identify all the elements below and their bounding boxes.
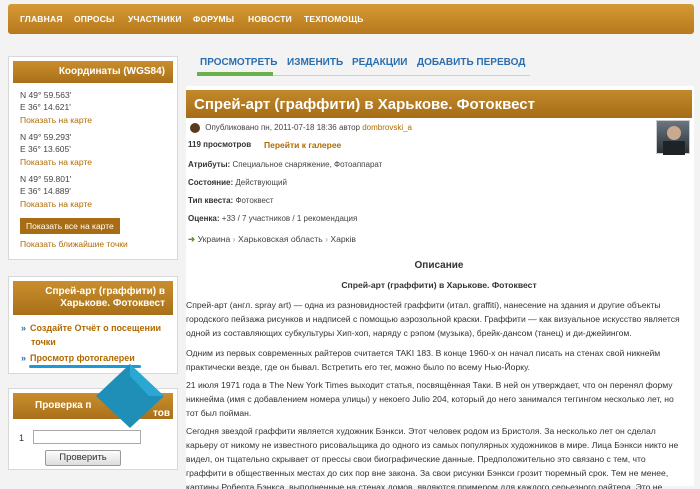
show-on-map-link[interactable]: Показать на карте <box>20 199 92 209</box>
coord-lon: E 36° 14.621' <box>20 102 71 112</box>
breadcrumb-region[interactable]: Харьковская область <box>238 234 323 244</box>
nav-home[interactable]: ГЛАВНАЯ <box>20 14 63 24</box>
coord-lat: N 49° 59.801' <box>20 174 72 184</box>
cursor-arrow-icon <box>96 364 164 428</box>
description-heading: Описание <box>414 260 464 271</box>
quest-type-icon <box>190 123 200 133</box>
coordinates-header: Координаты (WGS84) <box>13 61 173 83</box>
tab-view[interactable]: ПРОСМОТРЕТЬ <box>200 57 277 68</box>
breadcrumb-arrow-icon: ➜ <box>188 234 196 244</box>
main-content: Спрей-арт (граффити) в Харькове. Фотокве… <box>186 86 694 489</box>
show-on-map-link[interactable]: Показать на карте <box>20 157 92 167</box>
coord-lon: E 36° 13.605' <box>20 144 71 154</box>
breadcrumb: ➜ Украина › Харьковская область › Харків <box>188 234 356 244</box>
tab-add-translation[interactable]: ДОБАВИТЬ ПЕРЕВОД <box>417 57 525 68</box>
show-nearest-link[interactable]: Показать ближайшие точки <box>20 239 128 249</box>
views-count: 119 просмотров <box>188 140 252 149</box>
author-avatar[interactable] <box>656 120 690 155</box>
check-button[interactable]: Проверить <box>45 450 121 466</box>
coordinates-box: Координаты (WGS84) N 49° 59.563' E 36° 1… <box>8 56 178 260</box>
tab-edit[interactable]: ИЗМЕНИТЬ <box>287 57 343 68</box>
paragraph-4: Сегодня звездой граффити является художн… <box>186 426 679 489</box>
quest-title-line1: Спрей-арт (граффити) в <box>45 286 165 297</box>
quest-title-line2: Харькове. Фотоквест <box>60 298 165 309</box>
active-tab-underline <box>197 72 273 76</box>
nav-members[interactable]: УЧАСТНИКИ <box>128 14 182 24</box>
state-row: Состояние: Действующий <box>188 178 287 187</box>
paragraph-3: 21 июля 1971 года в The New York Times в… <box>186 380 674 418</box>
breadcrumb-country[interactable]: Украина <box>198 234 231 244</box>
bullet-icon: » <box>21 353 27 363</box>
coordinates-title: Координаты (WGS84) <box>58 66 165 77</box>
check-code-input[interactable] <box>33 430 141 444</box>
show-on-map-link[interactable]: Показать на карте <box>20 115 92 125</box>
description-subheading: Спрей-арт (граффити) в Харькове. Фотокве… <box>341 280 537 290</box>
rating-row: Оценка: +33 / 7 участников / 1 рекоменда… <box>188 214 358 223</box>
page-title-bar: Спрей-арт (граффити) в Харькове. Фотокве… <box>186 90 692 118</box>
tab-revisions[interactable]: РЕДАКЦИИ <box>352 57 407 68</box>
breadcrumb-city[interactable]: Харків <box>330 234 356 244</box>
nav-polls[interactable]: ОПРОСЫ <box>74 14 115 24</box>
quest-box: Спрей-арт (граффити) в Харькове. Фотокве… <box>8 276 178 374</box>
author-link[interactable]: dombrovski_a <box>362 123 412 132</box>
bullet-icon: » <box>21 323 27 333</box>
create-report-link[interactable]: » Создайте Отчёт о посещении <box>21 323 161 333</box>
coord-lat: N 49° 59.293' <box>20 132 72 142</box>
check-title-part1: Проверка п <box>35 400 92 411</box>
coord-lat: N 49° 59.563' <box>20 90 72 100</box>
nav-news[interactable]: НОВОСТИ <box>248 14 292 24</box>
paragraph-2: Одним из первых современных райтеров счи… <box>186 348 661 372</box>
gallery-link[interactable]: Перейти к галерее <box>264 140 341 150</box>
nav-support[interactable]: ТЕХПОМОЩЬ <box>304 14 364 24</box>
coord-lon: E 36° 14.889' <box>20 186 71 196</box>
published-line: Опубликовано пн, 2011-07-18 18:36 автор … <box>190 123 412 133</box>
attributes-row: Атрибуты: Специальное снаряжение, Фотоап… <box>188 160 383 169</box>
page-title: Спрей-арт (граффити) в Харькове. Фотокве… <box>194 96 535 113</box>
show-all-on-map-button[interactable]: Показать все на карте <box>20 218 120 234</box>
top-navigation: ГЛАВНАЯ ОПРОСЫ УЧАСТНИКИ ФОРУМЫ НОВОСТИ … <box>8 4 694 34</box>
input-index: 1 <box>19 433 25 443</box>
nav-forums[interactable]: ФОРУМЫ <box>193 14 234 24</box>
quest-header: Спрей-арт (граффити) в Харькове. Фотокве… <box>13 281 173 315</box>
create-report-link-cont[interactable]: точки <box>31 337 56 347</box>
paragraph-1: Спрей-арт (англ. spray art) — одна из ра… <box>186 300 680 338</box>
quest-type-row: Тип квеста: Фотоквест <box>188 196 274 205</box>
